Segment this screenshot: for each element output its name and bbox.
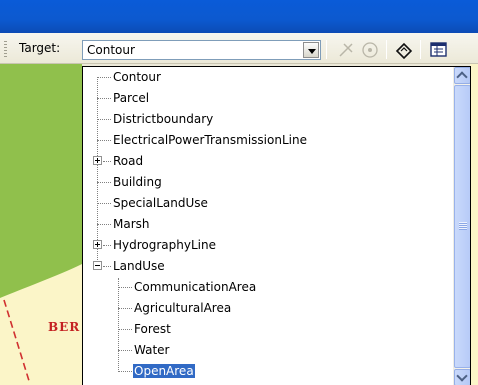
expand-icon[interactable] bbox=[93, 240, 102, 249]
layer-item-electricalpowertransmissionline[interactable]: ElectricalPowerTransmissionLine bbox=[83, 130, 453, 151]
scroll-down-icon[interactable] bbox=[454, 369, 470, 385]
title-bar bbox=[0, 0, 478, 33]
target-combo[interactable]: Contour bbox=[82, 40, 321, 60]
layer-item-agriculturalarea[interactable]: AgriculturalArea bbox=[83, 298, 453, 319]
vertical-scrollbar[interactable] bbox=[453, 67, 470, 385]
toolbar-separator bbox=[386, 40, 387, 59]
toolbar-grip[interactable] bbox=[4, 41, 7, 57]
map-view-edge bbox=[470, 64, 478, 385]
layer-item-communicationarea[interactable]: CommunicationArea bbox=[83, 277, 453, 298]
layer-item-speciallanduse[interactable]: SpecialLandUse bbox=[83, 193, 453, 214]
grip-icon bbox=[459, 222, 467, 230]
scroll-thumb[interactable] bbox=[454, 85, 470, 368]
toolbar-separator bbox=[420, 40, 421, 59]
layer-item-districtboundary[interactable]: Districtboundary bbox=[83, 109, 453, 130]
toolbar-separator bbox=[326, 40, 327, 59]
layer-item-contour[interactable]: Contour bbox=[83, 67, 453, 88]
layer-item-road[interactable]: Road bbox=[83, 151, 453, 172]
layer-item-water[interactable]: Water bbox=[83, 340, 453, 361]
layer-item-marsh[interactable]: Marsh bbox=[83, 214, 453, 235]
edit-vertices-icon[interactable] bbox=[360, 40, 380, 60]
expand-icon[interactable] bbox=[93, 156, 102, 165]
sketch-tool-icon[interactable] bbox=[393, 40, 415, 60]
layer-item-parcel[interactable]: Parcel bbox=[83, 88, 453, 109]
attributes-icon[interactable] bbox=[428, 40, 450, 60]
layer-item-hydrographyline[interactable]: HydrographyLine bbox=[83, 235, 453, 256]
layer-item-forest[interactable]: Forest bbox=[83, 319, 453, 340]
map-label: BER bbox=[48, 320, 81, 334]
scroll-up-icon[interactable] bbox=[454, 67, 470, 84]
target-combo-value: Contour bbox=[87, 43, 135, 57]
layer-item-landuse[interactable]: LandUse bbox=[83, 256, 453, 277]
layer-item-openarea[interactable]: OpenArea bbox=[83, 361, 453, 382]
target-layer-dropdown[interactable]: Contour Parcel Districtboundary Electric… bbox=[82, 66, 471, 385]
map-view[interactable]: BER bbox=[0, 64, 82, 385]
collapse-icon[interactable] bbox=[93, 261, 102, 270]
select-features-icon[interactable] bbox=[336, 40, 358, 60]
target-label: Target: bbox=[19, 41, 61, 55]
map-canvas bbox=[0, 64, 82, 385]
layer-item-building[interactable]: Building bbox=[83, 172, 453, 193]
chevron-down-icon[interactable] bbox=[303, 42, 319, 58]
